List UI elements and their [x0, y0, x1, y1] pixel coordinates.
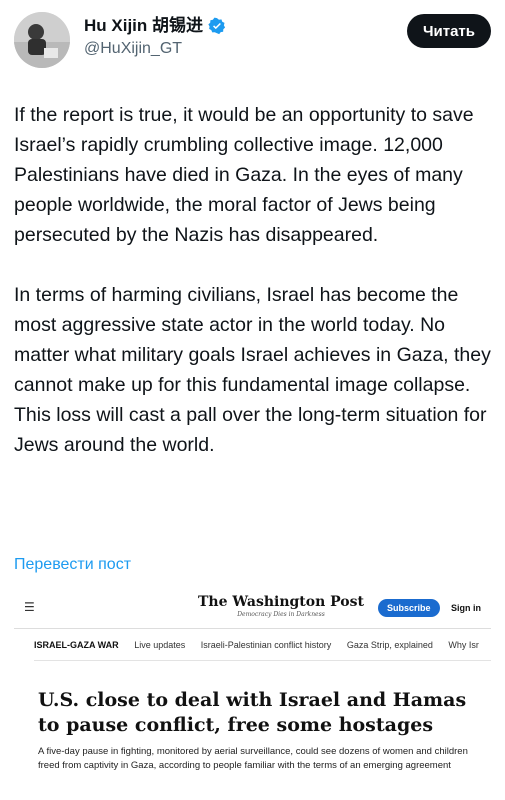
display-name-text[interactable]: Hu Xijin 胡锡进: [84, 16, 203, 36]
wp-tagline: Democracy Dies in Darkness: [237, 611, 325, 618]
divider: [14, 628, 491, 629]
author-handle[interactable]: @HuXijin_GT: [84, 40, 226, 58]
wp-logo-text: The Washington Post: [198, 594, 364, 610]
nav-item: Why Isr: [448, 640, 479, 650]
translate-post-link[interactable]: Перевести пост: [14, 556, 131, 574]
verified-badge-icon: [208, 17, 226, 35]
nav-item: ISRAEL-GAZA WAR: [34, 640, 119, 650]
tweet-paragraph-2: In terms of harming civilians, Israel ha…: [14, 284, 497, 456]
nav-item: Gaza Strip, explained: [346, 640, 433, 650]
wp-header: ☰ The Washington Post Democracy Dies in …: [14, 590, 491, 626]
author-info[interactable]: Hu Xijin 胡锡进 @HuXijin_GT: [84, 16, 226, 58]
subscribe-button: Subscribe: [378, 599, 440, 617]
article-headline: U.S. close to deal with Israel and Hamas…: [38, 689, 467, 736]
wp-logo: The Washington Post Democracy Dies in Da…: [198, 594, 364, 618]
nav-item: Live updates: [134, 640, 186, 650]
tweet-paragraph-1: If the report is true, it would be an op…: [14, 104, 480, 246]
article-deck: A five-day pause in fighting, monitored …: [38, 746, 468, 771]
nav-item: Israeli-Palestinian conflict history: [200, 640, 332, 650]
sign-in-link: Sign in: [451, 603, 481, 613]
avatar[interactable]: [14, 12, 70, 68]
divider: [34, 660, 491, 661]
wp-section-nav: ISRAEL-GAZA WAR Live updates Israeli-Pal…: [34, 640, 491, 654]
author-name[interactable]: Hu Xijin 胡锡进: [84, 16, 226, 36]
tweet-body: If the report is true, it would be an op…: [14, 100, 494, 490]
attached-article-image[interactable]: ☰ The Washington Post Democracy Dies in …: [14, 590, 491, 800]
read-button[interactable]: Читать: [406, 14, 491, 48]
tweet-header: Hu Xijin 胡锡进 @HuXijin_GT Читать: [14, 12, 491, 68]
menu-icon: ☰: [24, 600, 35, 614]
